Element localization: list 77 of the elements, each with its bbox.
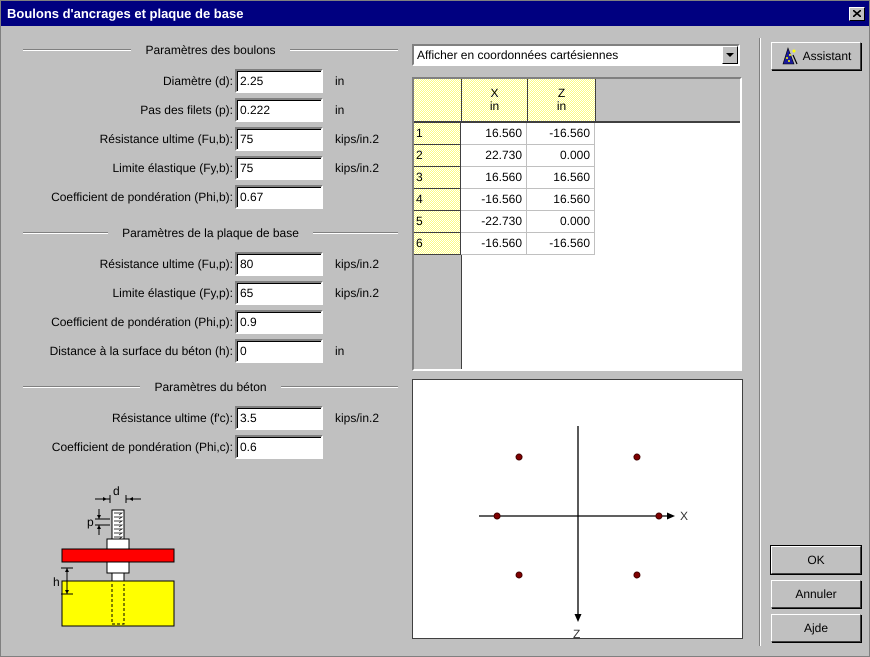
input-field[interactable]: 0.222 (235, 98, 323, 122)
unit-label: kips/in.2 (334, 286, 380, 300)
table-cell: -16.560 (461, 233, 527, 255)
unit-label: in (334, 103, 346, 117)
caret-icon (726, 53, 734, 57)
table-cell: 22.730 (461, 145, 527, 167)
bolt-point (516, 454, 523, 461)
field-label: Distance à la surface du béton (h): (48, 344, 234, 358)
bolt-point (633, 454, 640, 461)
section-title: Paramètres de la plaque de base (122, 226, 299, 240)
field-label: Coefficient de pondération (Phi,c): (50, 440, 234, 454)
section-title: Paramètres du béton (154, 380, 267, 394)
dimension-label: h (53, 575, 60, 589)
table-cell: -16.560 (527, 123, 595, 145)
axis-label: Z (573, 627, 580, 638)
field-label: Diamètre (d): (162, 74, 234, 88)
dimension-label: d (113, 484, 120, 498)
table-cell: 16.560 (461, 167, 527, 189)
input-field[interactable]: 75 (235, 156, 323, 180)
column-name: X (490, 87, 498, 100)
input-field[interactable]: 80 (235, 252, 323, 276)
unit-label: in (334, 344, 346, 358)
unit-label: kips/in.2 (334, 132, 380, 146)
input-field[interactable]: 0.6 (235, 435, 323, 459)
table-cell: -22.730 (461, 211, 527, 233)
field-label: Coefficient de pondération (Phi,b): (50, 190, 234, 204)
column-unit: in (556, 100, 566, 113)
field-label: Limite élastique (Fy,b): (112, 161, 234, 175)
table-cell: 0.000 (527, 211, 595, 233)
bolt-point (494, 512, 501, 520)
field-label: Limite élastique (Fy,p): (112, 286, 234, 300)
row-header: 2 (414, 145, 461, 167)
row-header: 5 (414, 211, 461, 233)
input-field[interactable]: 75 (235, 127, 323, 151)
unit-label: kips/in.2 (334, 411, 380, 425)
row-header: 3 (414, 167, 461, 189)
row-header: 4 (414, 189, 461, 211)
input-field[interactable]: 2.25 (235, 69, 323, 93)
help-button[interactable]: Ajde (771, 614, 861, 642)
input-field[interactable]: 0 (235, 339, 323, 363)
unit-label: kips/in.2 (334, 257, 380, 271)
dimension-label: p (87, 515, 94, 529)
close-icon (853, 10, 861, 17)
column-unit: in (490, 100, 500, 113)
field-label: Coefficient de pondération (Phi,p): (50, 315, 234, 329)
table-cell: 16.560 (527, 189, 595, 211)
window-title: Boulons d'ancrages et plaque de base (7, 6, 244, 21)
section-title: Paramètres des boulons (145, 43, 276, 57)
table-cell: -16.560 (527, 233, 595, 255)
field-label: Résistance ultime (Fu,b): (98, 132, 234, 146)
close-button[interactable] (849, 6, 865, 20)
row-header: 6 (414, 233, 461, 255)
table-cell: 16.560 (527, 167, 595, 189)
input-field[interactable]: 65 (235, 281, 323, 305)
input-field[interactable]: 3.5 (235, 406, 323, 430)
bolt-point (655, 512, 662, 520)
field-label: Résistance ultime (Fu,p): (98, 257, 234, 271)
table-cell: 16.560 (461, 123, 527, 145)
column-name: Z (558, 87, 566, 100)
unit-label: kips/in.2 (334, 161, 380, 175)
field-label: Résistance ultime (f'c): (111, 411, 234, 425)
unit-label: in (334, 74, 346, 88)
wizard-icon (780, 47, 799, 65)
bolt-point (633, 571, 640, 578)
cancel-button[interactable]: Annuler (771, 580, 861, 608)
axis-label: X (680, 509, 688, 523)
row-header: 1 (414, 123, 461, 145)
table-cell: 0.000 (527, 145, 595, 167)
assistant-button[interactable]: Assistant (771, 42, 861, 70)
input-field[interactable]: 0.67 (235, 185, 323, 209)
view-dropdown[interactable]: Afficher en coordonnées cartésiennes (412, 44, 740, 66)
table-cell: -16.560 (461, 189, 527, 211)
field-label: Pas des filets (p): (139, 103, 234, 117)
input-field[interactable]: 0.9 (235, 310, 323, 334)
bolt-point (516, 571, 523, 578)
dropdown-button[interactable] (722, 46, 738, 64)
ok-button[interactable]: OK (771, 546, 861, 574)
